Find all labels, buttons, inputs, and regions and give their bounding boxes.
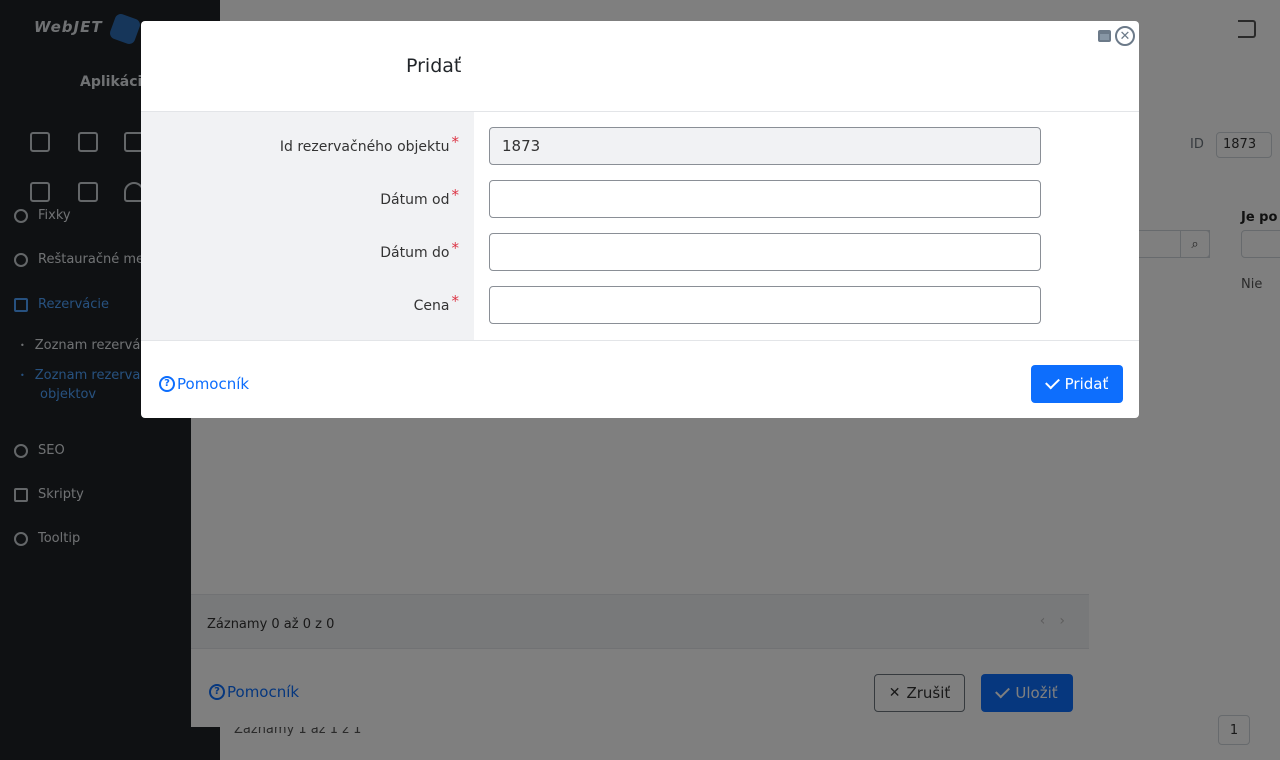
modal-header: Pridať ✕ xyxy=(141,21,1139,112)
field-label: Cena * xyxy=(413,292,459,314)
help-icon: ? xyxy=(159,376,175,392)
maximize-icon[interactable] xyxy=(1098,30,1111,42)
required-marker: * xyxy=(451,292,460,310)
reservation-object-id-field[interactable] xyxy=(489,127,1041,165)
close-icon[interactable]: ✕ xyxy=(1115,26,1135,46)
help-link[interactable]: ? Pomocník xyxy=(159,375,249,393)
date-to-field[interactable] xyxy=(489,233,1041,271)
modal-body: Id rezervačného objektu* Dátum od* Dátum… xyxy=(141,112,1139,340)
form-row-price: Cena * xyxy=(141,286,1139,324)
modal-footer: ? Pomocník Pridať xyxy=(141,340,1139,418)
required-marker: * xyxy=(451,133,460,151)
price-field[interactable] xyxy=(489,286,1041,324)
add-dialog: Pridať ✕ Id rezervačného objektu* Dátum … xyxy=(141,21,1139,418)
help-label: Pomocník xyxy=(177,375,250,393)
header-controls: ✕ xyxy=(1098,26,1135,46)
date-from-field[interactable] xyxy=(489,180,1041,218)
add-label: Pridať xyxy=(1064,375,1109,393)
form-row-date-from: Dátum od * xyxy=(141,180,1139,218)
required-marker: * xyxy=(451,239,460,257)
modal-title: Pridať xyxy=(406,55,462,77)
field-label: Dátum od * xyxy=(380,186,459,208)
required-marker: * xyxy=(451,186,460,204)
form-row-id: Id rezervačného objektu * xyxy=(141,127,1139,165)
add-button[interactable]: Pridať xyxy=(1031,365,1123,403)
field-label: Dátum do * xyxy=(380,239,459,261)
field-label: Id rezervačného objektu * xyxy=(279,133,459,155)
check-icon xyxy=(1044,374,1060,390)
form-row-date-to: Dátum do * xyxy=(141,233,1139,271)
